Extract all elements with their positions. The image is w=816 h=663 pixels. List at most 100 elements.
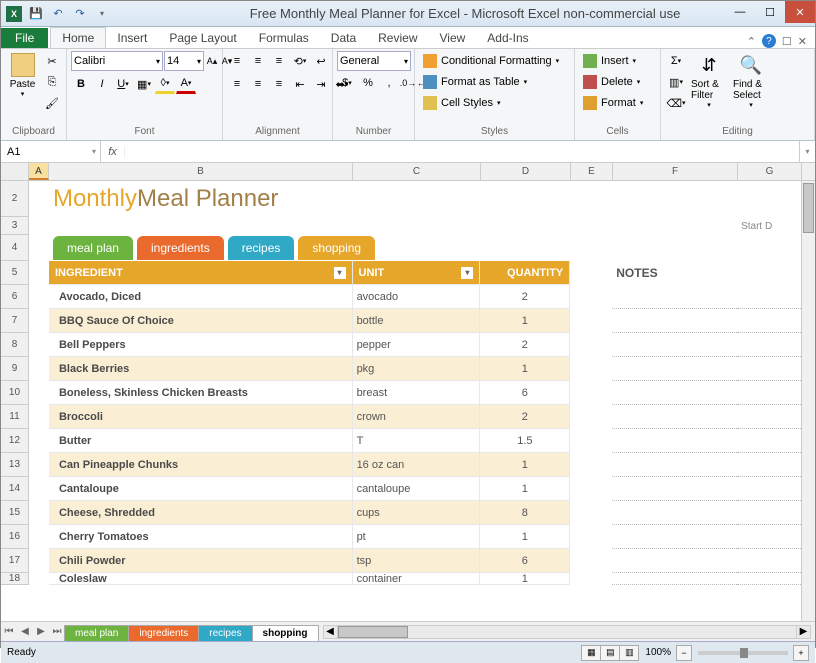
conditional-formatting-button[interactable]: Conditional Formatting▾ xyxy=(419,51,570,71)
zoom-slider-thumb[interactable] xyxy=(740,648,748,658)
row-header[interactable]: 2 xyxy=(1,181,29,217)
sheet-nav-first-icon[interactable]: ⏮ xyxy=(1,624,17,640)
window-close-small-icon[interactable]: ✕ xyxy=(798,35,807,48)
undo-icon[interactable]: ↶ xyxy=(49,5,67,23)
zoom-level[interactable]: 100% xyxy=(645,647,671,658)
fill-color-icon[interactable]: ◊▾ xyxy=(155,74,175,94)
unit-cell[interactable]: crown xyxy=(353,405,481,429)
unit-cell[interactable]: cantaloupe xyxy=(353,477,481,501)
table-header[interactable]: QUANTITY xyxy=(480,261,570,285)
col-header-G[interactable]: G xyxy=(738,163,802,180)
quantity-cell[interactable]: 1 xyxy=(480,309,570,333)
ingredient-cell[interactable]: Avocado, Diced xyxy=(49,285,353,309)
sheet-nav-prev-icon[interactable]: ◀ xyxy=(17,624,33,640)
tab-data[interactable]: Data xyxy=(320,28,367,48)
italic-button[interactable]: I xyxy=(92,74,112,94)
unit-cell[interactable]: T xyxy=(353,429,481,453)
unit-cell[interactable]: pkg xyxy=(353,357,481,381)
number-format-combo[interactable]: General▾ xyxy=(337,51,411,71)
tab-addins[interactable]: Add-Ins xyxy=(476,28,539,48)
note-cell[interactable] xyxy=(612,333,737,357)
decrease-indent-icon[interactable]: ⇤ xyxy=(290,74,310,94)
sheet-tab-shopping[interactable]: shopping xyxy=(252,625,319,641)
ingredient-cell[interactable]: Can Pineapple Chunks xyxy=(49,453,353,477)
sheet-tab-recipes[interactable]: recipes xyxy=(198,625,252,641)
sheet-tab-ingredients[interactable]: ingredients xyxy=(128,625,199,641)
note-cell[interactable] xyxy=(612,525,737,549)
align-middle-icon[interactable]: ≡ xyxy=(248,51,268,71)
hscroll-thumb[interactable] xyxy=(338,626,408,638)
note-cell[interactable] xyxy=(612,573,737,585)
align-center-icon[interactable]: ≡ xyxy=(248,74,268,94)
orientation-icon[interactable]: ⟲▾ xyxy=(290,51,310,71)
ingredient-cell[interactable]: Chili Powder xyxy=(49,549,353,573)
close-button[interactable]: ✕ xyxy=(785,1,815,23)
cell-styles-button[interactable]: Cell Styles▾ xyxy=(419,93,570,113)
tab-review[interactable]: Review xyxy=(367,28,428,48)
unit-cell[interactable]: bottle xyxy=(353,309,481,333)
quantity-cell[interactable]: 1 xyxy=(480,453,570,477)
unit-cell[interactable]: pepper xyxy=(353,333,481,357)
scroll-thumb[interactable] xyxy=(803,183,814,233)
sheet-nav-last-icon[interactable]: ⏭ xyxy=(49,624,65,640)
percent-format-icon[interactable]: % xyxy=(358,73,378,93)
hscroll-left-icon[interactable]: ◀ xyxy=(324,626,338,638)
note-cell[interactable] xyxy=(612,477,737,501)
row-header[interactable]: 14 xyxy=(1,477,29,501)
qat-dropdown-icon[interactable]: ▾ xyxy=(93,5,111,23)
excel-icon[interactable]: X xyxy=(5,5,23,23)
paste-button[interactable]: Paste▾ xyxy=(5,51,40,100)
nav-pill-meal-plan[interactable]: meal plan xyxy=(53,236,133,260)
help-icon[interactable]: ? xyxy=(762,34,776,48)
select-all-corner[interactable] xyxy=(1,163,29,180)
formula-input[interactable] xyxy=(125,146,799,158)
clear-icon[interactable]: ⌫▾ xyxy=(665,93,687,113)
tab-insert[interactable]: Insert xyxy=(106,28,158,48)
align-top-icon[interactable]: ≡ xyxy=(227,51,247,71)
view-page-layout-icon[interactable]: ▤ xyxy=(600,645,620,661)
note-cell[interactable] xyxy=(612,285,737,309)
ingredient-cell[interactable]: BBQ Sauce Of Choice xyxy=(49,309,353,333)
accounting-format-icon[interactable]: $▾ xyxy=(337,73,357,93)
ingredient-cell[interactable]: Cantaloupe xyxy=(49,477,353,501)
row-header[interactable]: 10 xyxy=(1,381,29,405)
row-header[interactable]: 9 xyxy=(1,357,29,381)
quantity-cell[interactable]: 6 xyxy=(480,549,570,573)
maximize-button[interactable]: ☐ xyxy=(755,1,785,23)
copy-icon[interactable]: ⎘ xyxy=(42,72,62,92)
vertical-scrollbar[interactable] xyxy=(801,181,815,621)
zoom-out-button[interactable]: − xyxy=(676,645,692,661)
ingredient-cell[interactable]: Boneless, Skinless Chicken Breasts xyxy=(49,381,353,405)
tab-page-layout[interactable]: Page Layout xyxy=(158,28,247,48)
font-size-combo[interactable]: 14▾ xyxy=(164,51,204,71)
align-right-icon[interactable]: ≡ xyxy=(269,74,289,94)
col-header-E[interactable]: E xyxy=(571,163,613,180)
hscroll-right-icon[interactable]: ▶ xyxy=(796,626,810,638)
ingredient-cell[interactable]: Coleslaw xyxy=(49,573,353,585)
horizontal-scrollbar[interactable]: ◀ ▶ xyxy=(323,625,811,639)
insert-cells-button[interactable]: Insert▾ xyxy=(579,51,656,71)
cut-icon[interactable]: ✂ xyxy=(42,51,62,71)
row-header[interactable]: 3 xyxy=(1,217,29,235)
unit-cell[interactable]: cups xyxy=(353,501,481,525)
ingredient-cell[interactable]: Broccoli xyxy=(49,405,353,429)
row-header[interactable]: 5 xyxy=(1,261,29,285)
spreadsheet-grid[interactable]: 2Monthly Meal Planner3Start D4meal plani… xyxy=(1,181,815,621)
comma-format-icon[interactable]: , xyxy=(379,73,399,93)
ingredient-cell[interactable]: Butter xyxy=(49,429,353,453)
underline-button[interactable]: U▾ xyxy=(113,74,133,94)
unit-cell[interactable]: 16 oz can xyxy=(353,453,481,477)
tab-home[interactable]: Home xyxy=(50,27,106,48)
window-restore-icon[interactable]: ☐ xyxy=(782,35,792,48)
note-cell[interactable] xyxy=(612,429,737,453)
row-header[interactable]: 8 xyxy=(1,333,29,357)
save-icon[interactable]: 💾 xyxy=(27,5,45,23)
note-cell[interactable] xyxy=(612,405,737,429)
table-header[interactable]: INGREDIENT▾ xyxy=(49,261,353,285)
minimize-button[interactable]: — xyxy=(725,1,755,23)
row-header[interactable]: 16 xyxy=(1,525,29,549)
wrap-text-icon[interactable]: ↩ xyxy=(311,51,331,71)
col-header-F[interactable]: F xyxy=(613,163,738,180)
quantity-cell[interactable]: 2 xyxy=(480,285,570,309)
row-header[interactable]: 12 xyxy=(1,429,29,453)
